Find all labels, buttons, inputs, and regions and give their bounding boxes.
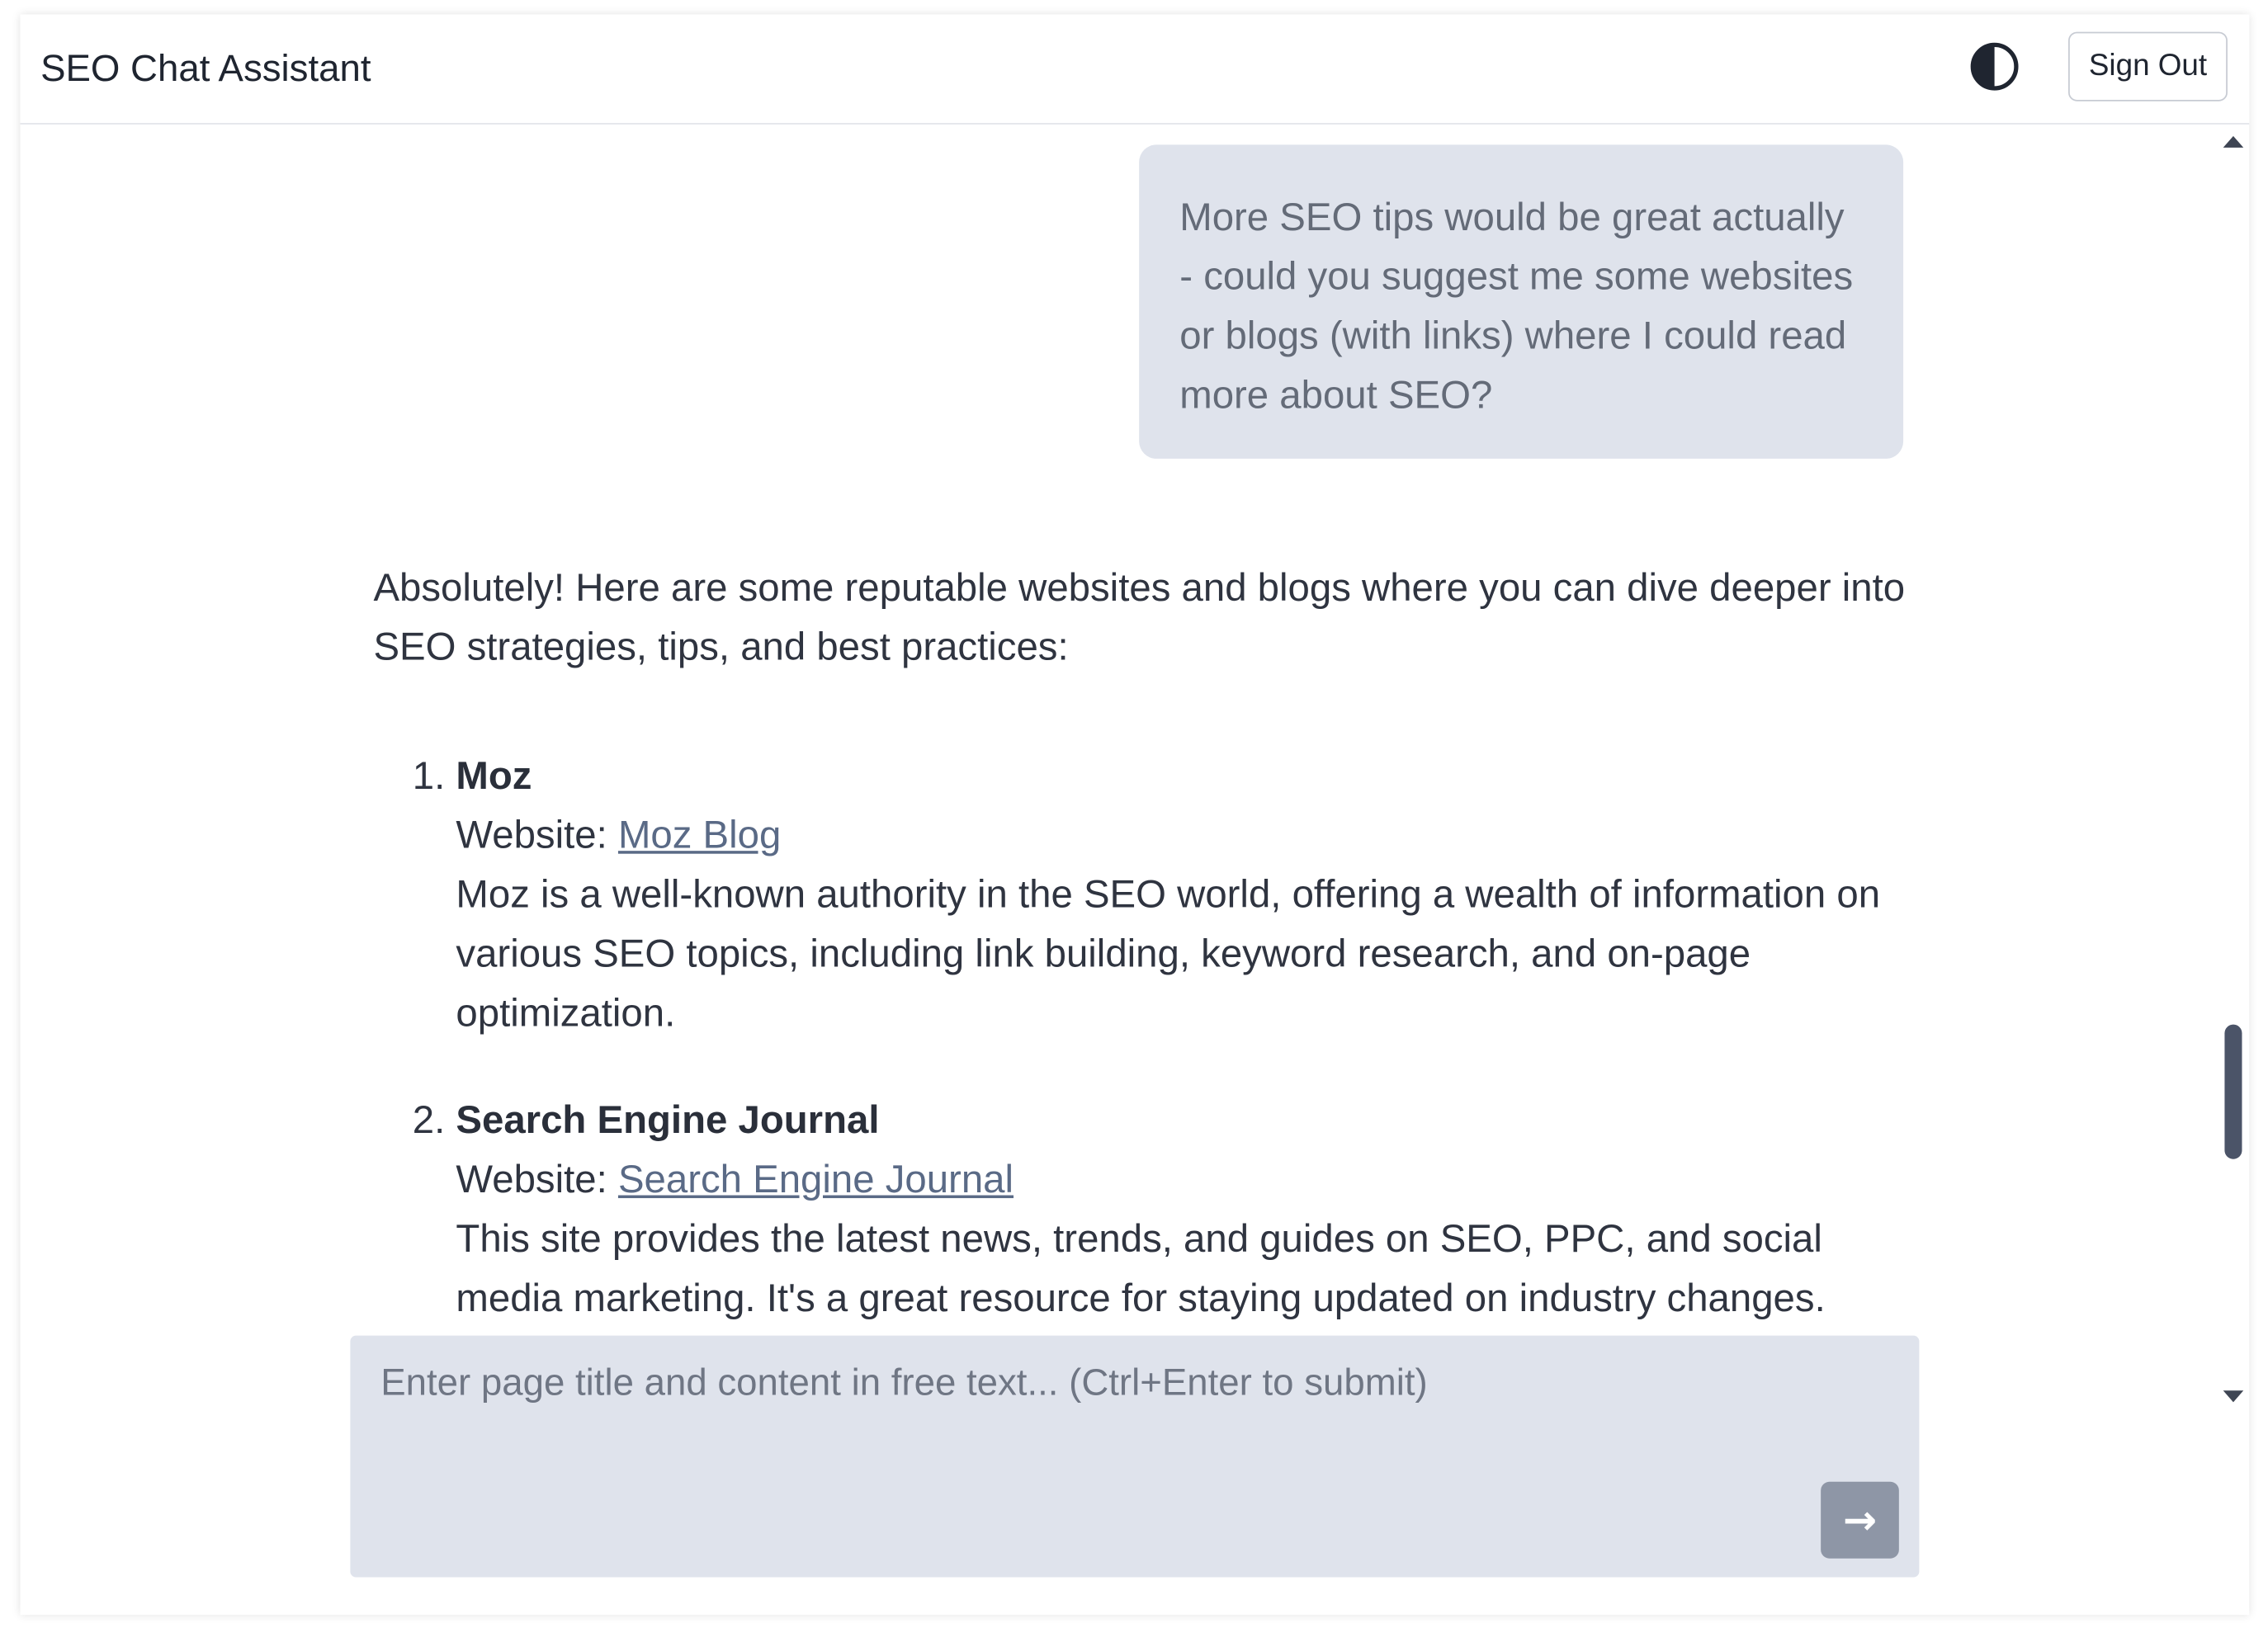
scroll-up-arrow-icon[interactable] xyxy=(2223,135,2244,148)
resource-description: Moz is a well-known authority in the SEO… xyxy=(456,872,1881,1035)
assistant-message: Absolutely! Here are some reputable webs… xyxy=(373,559,1921,1376)
user-message-bubble: More SEO tips would be great actually - … xyxy=(1139,144,1904,459)
message-composer: → xyxy=(350,1335,1920,1578)
scroll-down-arrow-icon[interactable] xyxy=(2223,1390,2244,1403)
app-title: SEO Chat Assistant xyxy=(40,46,371,90)
resource-link-search-engine-journal[interactable]: Search Engine Journal xyxy=(618,1158,1014,1201)
list-item: Search Engine Journal Website: Search En… xyxy=(456,1091,1921,1328)
resource-description: This site provides the latest news, tren… xyxy=(456,1216,1826,1320)
resource-list: Moz Website: Moz Blog Moz is a well-know… xyxy=(373,747,1921,1328)
send-button[interactable]: → xyxy=(1821,1481,1899,1559)
resource-name: Search Engine Journal xyxy=(456,1098,880,1142)
chat-scrollbar[interactable] xyxy=(2220,125,2249,1449)
list-item: Moz Website: Moz Blog Moz is a well-know… xyxy=(456,747,1921,1044)
resource-name: Moz xyxy=(456,753,532,798)
arrow-right-icon: → xyxy=(1842,1496,1878,1545)
message-input[interactable] xyxy=(350,1335,1798,1568)
sign-out-button[interactable]: Sign Out xyxy=(2068,31,2228,101)
top-bar: SEO Chat Assistant Sign Out xyxy=(20,14,2250,125)
app-stage: SEO Chat Assistant Sign Out More SEO tip… xyxy=(0,0,2268,1642)
website-label: Website: xyxy=(456,813,618,857)
scroll-thumb[interactable] xyxy=(2224,1024,2242,1159)
assistant-intro: Absolutely! Here are some reputable webs… xyxy=(373,565,1906,669)
contrast-icon[interactable] xyxy=(1970,42,2020,92)
website-label: Website: xyxy=(456,1157,618,1201)
resource-link-moz-blog[interactable]: Moz Blog xyxy=(618,814,781,857)
app-window: SEO Chat Assistant Sign Out More SEO tip… xyxy=(20,14,2250,1616)
